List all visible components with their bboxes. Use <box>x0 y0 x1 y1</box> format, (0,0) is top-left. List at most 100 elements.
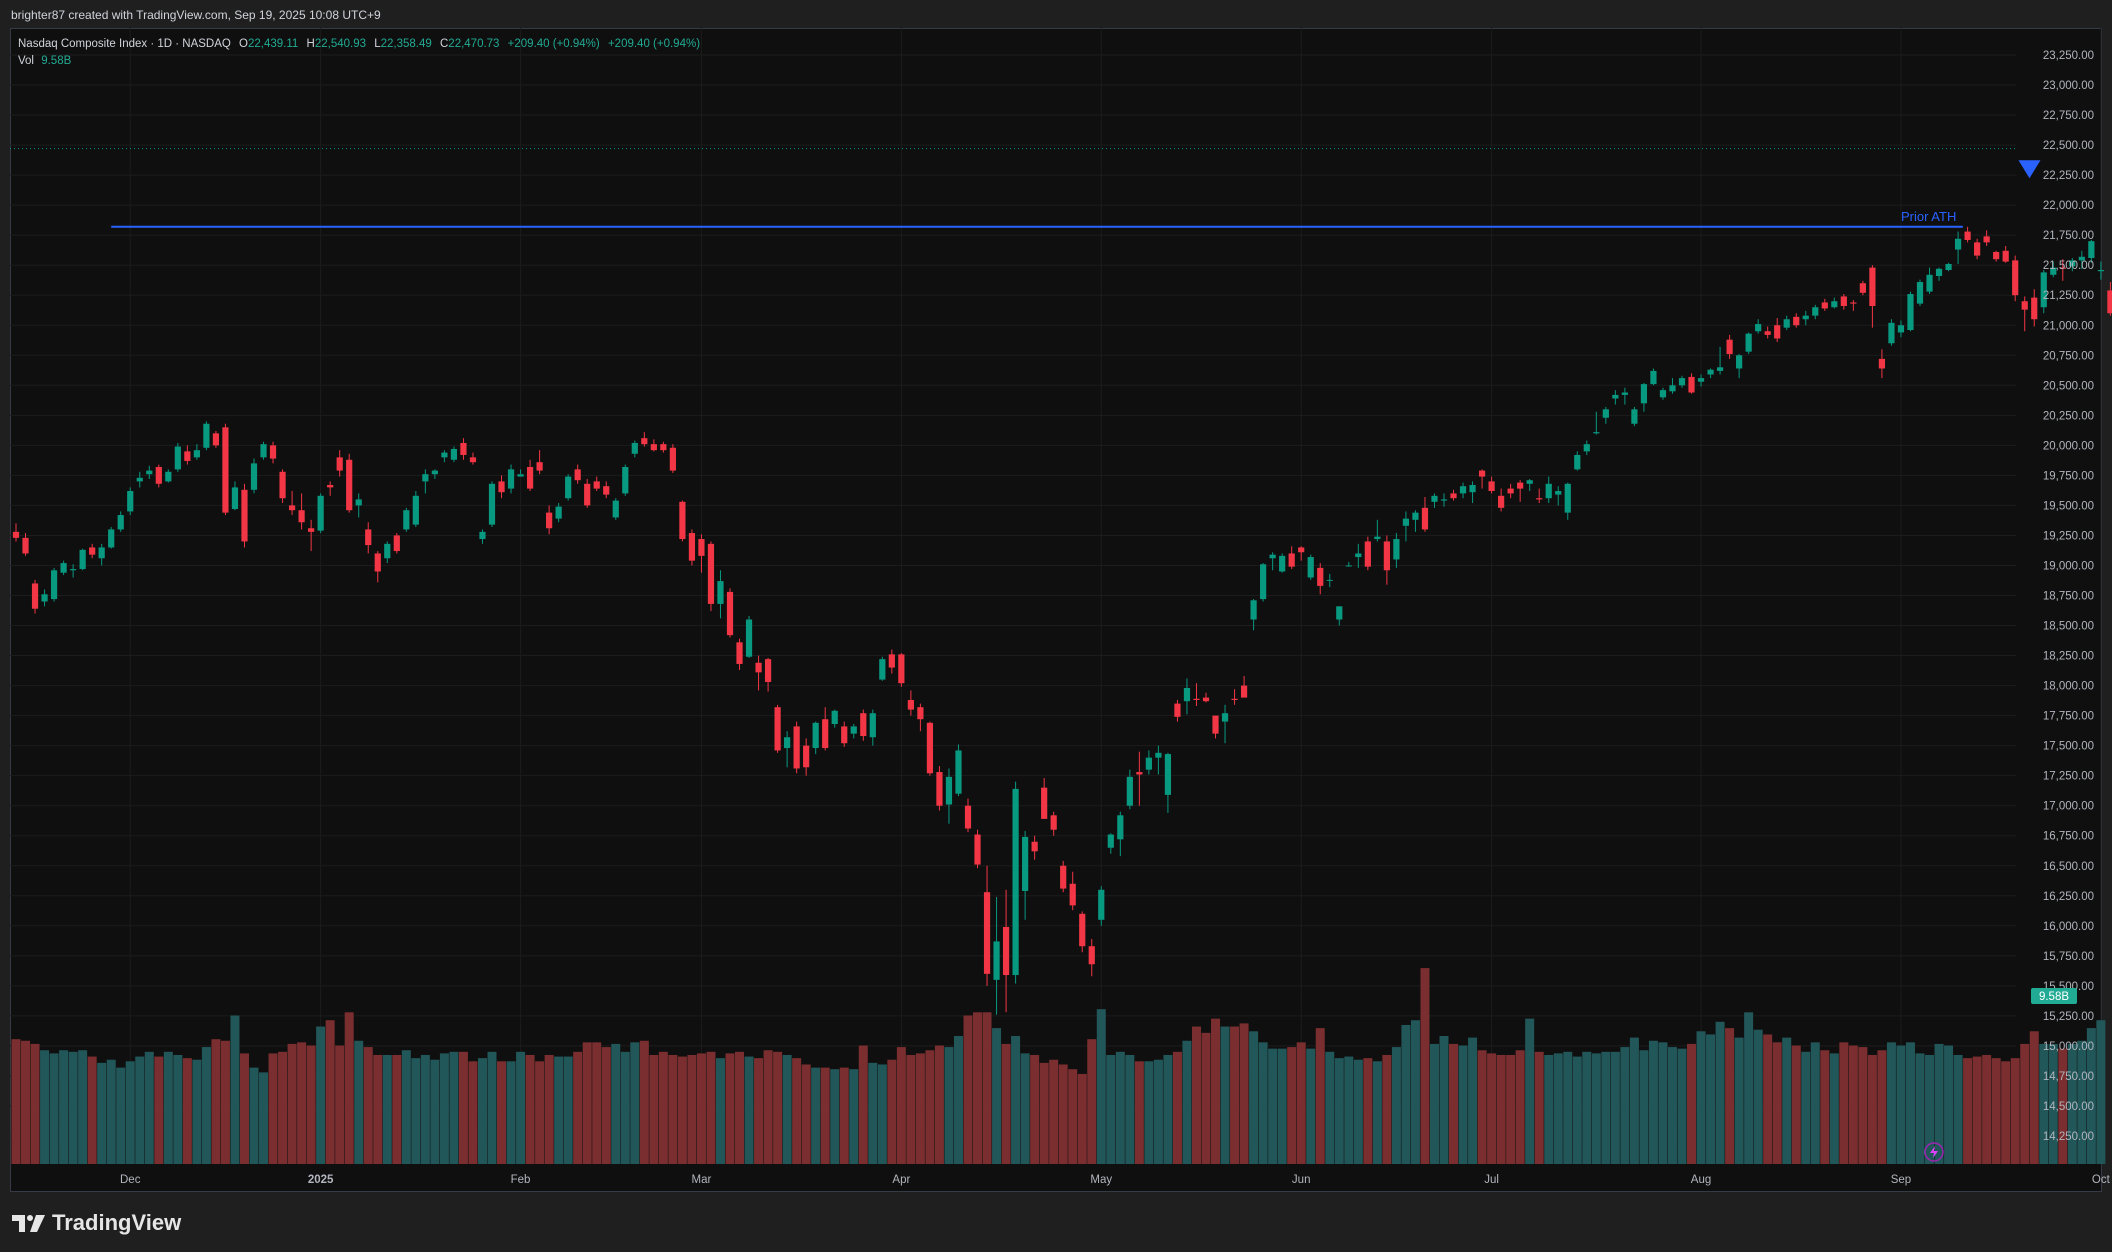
candle-body <box>1621 392 1628 395</box>
candle-body <box>1745 333 1752 352</box>
volume-bar <box>1658 1042 1668 1164</box>
candle-body <box>1555 491 1562 495</box>
volume-bar <box>182 1058 192 1164</box>
volume-bar <box>192 1059 202 1164</box>
instrument-name[interactable]: Nasdaq Composite Index · 1D · NASDAQ <box>18 38 231 50</box>
volume-bar <box>1753 1029 1763 1164</box>
volume-bar <box>715 1058 725 1164</box>
candle-body <box>736 642 743 664</box>
volume-bar <box>1258 1042 1268 1164</box>
candle-body <box>1298 547 1305 553</box>
volume-bar <box>725 1053 735 1164</box>
candle-body <box>1031 841 1038 852</box>
candle-body <box>1364 541 1371 567</box>
candle-body <box>1640 384 1648 404</box>
candle-body <box>1012 788 1019 976</box>
y-tick-label: 17,500.00 <box>2043 741 2094 753</box>
candle-body <box>803 745 810 768</box>
change-value: +209.40 (+0.94%) <box>507 38 600 50</box>
volume-bar <box>677 1056 687 1164</box>
volume-bar <box>1782 1037 1792 1164</box>
legend: Nasdaq Composite Index · 1D · NASDAQ O22… <box>18 36 700 70</box>
volume-bar <box>354 1040 364 1164</box>
candle-body <box>755 662 762 673</box>
candle-body <box>346 459 353 511</box>
candle-body <box>1260 564 1267 600</box>
candle-body <box>1450 493 1457 499</box>
candle-body <box>1574 454 1581 470</box>
volume-bar <box>411 1058 421 1164</box>
candle-body <box>336 457 343 471</box>
candle-body <box>431 470 438 475</box>
candle-body <box>1107 834 1114 848</box>
candle-body <box>1355 553 1362 558</box>
candle-body <box>793 726 800 769</box>
candle-body <box>1945 263 1952 270</box>
candle-body <box>764 659 772 682</box>
volume-bar <box>1030 1054 1040 1164</box>
x-tick-label: 2025 <box>308 1174 334 1186</box>
volume-bar <box>1896 1045 1906 1164</box>
candle-body <box>1517 482 1524 489</box>
candle-body <box>641 438 648 445</box>
candle-body <box>1897 325 1905 333</box>
volume-bar <box>782 1054 792 1164</box>
time-axis[interactable]: Dec 2025 Feb Mar Apr May Jun Jul Aug Sep Oct <box>120 1174 2111 1186</box>
candle-body <box>1840 296 1847 307</box>
high-value: 22,540.93 <box>314 38 366 50</box>
volume-bar <box>458 1051 468 1164</box>
candle-body <box>146 470 153 475</box>
volume-bar <box>1163 1054 1173 1164</box>
candle-body <box>327 484 334 488</box>
volume-bar <box>11 1039 21 1164</box>
annotations: Prior ATH <box>10 148 2041 228</box>
candle-body <box>860 713 867 737</box>
volume-bar <box>973 1012 983 1164</box>
volume-bar <box>877 1064 887 1164</box>
volume-bar <box>401 1050 411 1164</box>
volume-bar <box>1706 1034 1716 1164</box>
candle-body <box>22 537 29 554</box>
x-tick-label: May <box>1090 1174 1112 1186</box>
volume-bar <box>144 1051 154 1164</box>
volume-bar <box>953 1036 963 1164</box>
candle-body <box>841 726 848 744</box>
candle-body <box>1850 302 1857 304</box>
candle-body <box>1859 283 1866 293</box>
volume-bar <box>59 1050 69 1164</box>
candle-body <box>184 451 191 461</box>
volume-bar <box>78 1050 88 1164</box>
volume-bar <box>449 1051 459 1164</box>
candle-body <box>945 776 953 805</box>
volume-bar <box>335 1045 345 1164</box>
volume-bar <box>373 1054 383 1164</box>
candle-body <box>1250 600 1257 620</box>
volume-bar <box>1039 1062 1049 1164</box>
volume-bar <box>1763 1034 1773 1164</box>
volume-bar <box>696 1053 706 1164</box>
footer-brand[interactable]: TradingView <box>12 1208 181 1238</box>
volume-bar <box>1677 1048 1687 1164</box>
y-tick-label: 17,000.00 <box>2043 801 2094 813</box>
volume-bar <box>125 1061 135 1164</box>
volume-bar <box>1829 1053 1839 1164</box>
volume-bar <box>563 1056 573 1164</box>
volume-bar <box>97 1062 107 1164</box>
volume-bar <box>1391 1047 1401 1164</box>
grid <box>10 28 2102 1164</box>
volume-bar <box>573 1051 583 1164</box>
volume-bar <box>1744 1012 1754 1164</box>
candle-body <box>745 619 753 657</box>
candle-body <box>317 495 324 531</box>
price-axis[interactable]: 14,250.00 14,500.00 14,750.00 15,000.00 15,2… <box>2043 50 2094 1143</box>
candle-body <box>526 466 534 489</box>
down-arrow-marker[interactable] <box>2018 160 2041 179</box>
volume-bar <box>849 1069 859 1164</box>
candle-body <box>260 444 267 458</box>
volume-label[interactable]: Vol <box>18 55 34 67</box>
y-tick-label: 18,750.00 <box>2043 591 2094 603</box>
chart-svg[interactable]: Prior ATH 14,250.00 14,500.00 14,750.00 15,… <box>0 0 2112 1200</box>
candle-body <box>888 654 895 668</box>
volume-bar <box>1382 1054 1392 1164</box>
candle-body <box>1507 488 1514 494</box>
